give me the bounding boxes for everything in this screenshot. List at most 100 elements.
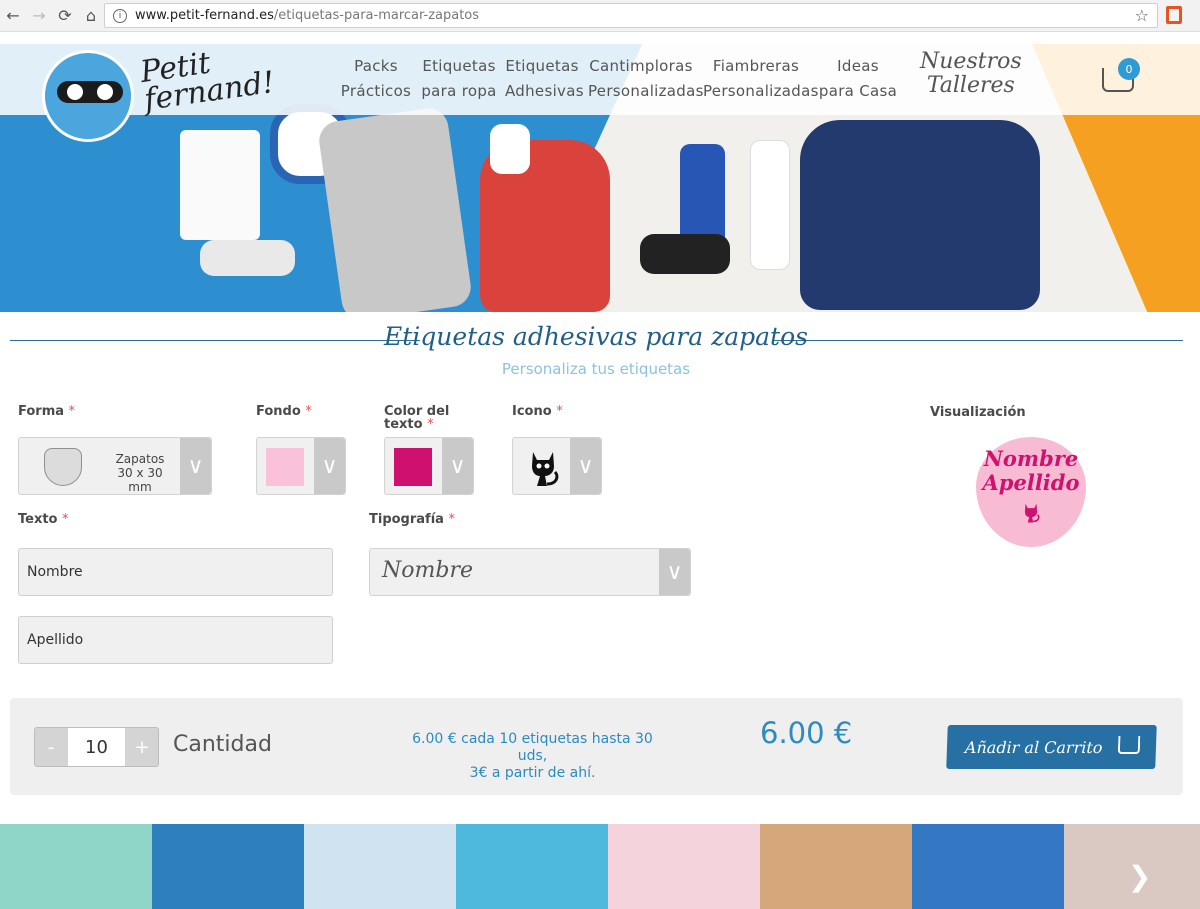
fondo-label: Fondo *	[256, 405, 312, 418]
chevron-down-icon: ∨	[659, 549, 690, 595]
color-texto-swatch	[394, 448, 432, 486]
url-host: www.petit-fernand.es	[135, 8, 274, 23]
nav-packs[interactable]: Packs Prácticos	[340, 54, 412, 104]
bottle-image	[200, 240, 295, 276]
forward-button[interactable]: →	[26, 3, 52, 29]
add-to-cart-label: Añadir al Carrito	[964, 737, 1103, 757]
office-icon[interactable]	[1166, 6, 1182, 24]
gallery-photo[interactable]	[456, 824, 608, 909]
gallery-next-icon[interactable]: ❯	[1128, 860, 1151, 893]
nav-label: Ideas	[837, 57, 879, 75]
texto-label-text: Texto	[18, 512, 58, 527]
logo-monster-icon[interactable]	[42, 50, 134, 142]
forma-label-text: Forma	[18, 404, 65, 419]
nav-label: Cantimploras	[589, 57, 693, 75]
address-bar[interactable]: i www.petit-fernand.es /etiquetas-para-m…	[104, 3, 1158, 28]
gallery-photo[interactable]	[760, 824, 912, 909]
icono-label-text: Icono	[512, 404, 552, 419]
tipografia-label-text: Tipografía	[369, 512, 444, 527]
forma-label: Forma *	[18, 405, 75, 418]
nav-ideas[interactable]: Ideas para Casa	[818, 54, 898, 104]
eye-icon	[67, 84, 83, 100]
tipografia-select[interactable]: Nombre ∨	[369, 548, 691, 596]
nav-label: Personalizadas	[588, 82, 704, 100]
nav-label: Etiquetas	[422, 57, 496, 75]
tipografia-value: Nombre	[382, 558, 473, 583]
gallery-photo[interactable]	[0, 824, 152, 909]
star-icon[interactable]: ☆	[1135, 6, 1149, 25]
price-note-line-1: 6.00 € cada 10 etiquetas hasta 30 uds,	[412, 731, 653, 764]
icono-select[interactable]: ∨	[512, 437, 602, 495]
preview-line-2: Apellido	[982, 470, 1080, 495]
gallery-photo[interactable]	[152, 824, 304, 909]
add-to-cart-button[interactable]: Añadir al Carrito	[946, 725, 1157, 769]
nav-etiquetas-ropa[interactable]: Etiquetas para ropa	[420, 54, 498, 104]
steel-bottle-image	[750, 140, 790, 270]
price-note: 6.00 € cada 10 etiquetas hasta 30 uds, 3…	[400, 731, 665, 782]
gallery-photo[interactable]	[304, 824, 456, 909]
required-mark: *	[68, 404, 76, 419]
cat-icon	[1024, 503, 1040, 523]
reload-button[interactable]: ⟳	[52, 3, 78, 29]
nombre-input[interactable]: Nombre	[18, 548, 333, 596]
forma-value-line-1: Zapatos	[115, 452, 165, 466]
quantity-label: Cantidad	[173, 732, 272, 757]
nav-label: Talleres	[926, 73, 1015, 98]
chevron-down-icon: ∨	[180, 438, 211, 494]
pants-image	[316, 105, 474, 312]
arrow-left-icon: ←	[6, 6, 20, 25]
shoe-shape-icon	[44, 448, 82, 486]
price-note-line-2: 3€ a partir de ahí.	[469, 765, 596, 781]
nav-cantimploras[interactable]: Cantimploras Personalizadas	[588, 54, 704, 104]
color-texto-label-line-2: texto	[384, 417, 423, 432]
back-button[interactable]: ←	[0, 3, 26, 29]
nav-talleres[interactable]: Nuestros Talleres	[920, 50, 1022, 98]
home-button[interactable]: ⌂	[78, 3, 104, 29]
nav-label: Nuestros	[920, 49, 1022, 74]
gallery-photo[interactable]	[608, 824, 760, 909]
url-path: /etiquetas-para-marcar-zapatos	[273, 8, 480, 23]
apellido-input[interactable]: Apellido	[18, 616, 333, 664]
nav-label: para Casa	[818, 82, 898, 100]
fondo-swatch	[266, 448, 304, 486]
arrow-right-icon: →	[32, 6, 46, 25]
required-mark: *	[305, 404, 312, 419]
quantity-input[interactable]: 10	[68, 728, 125, 766]
decrement-button[interactable]: -	[35, 728, 67, 766]
forma-value-line-2: 30 x 30 mm	[117, 466, 163, 494]
browser-toolbar: ← → ⟳ ⌂ i www.petit-fernand.es /etiqueta…	[0, 0, 1200, 32]
price: 6.00 €	[760, 716, 853, 750]
color-texto-select[interactable]: ∨	[384, 437, 474, 495]
eye-icon	[97, 84, 113, 100]
cat-icon	[532, 452, 559, 486]
mask-icon	[57, 81, 123, 103]
gallery-photo[interactable]	[912, 824, 1064, 909]
forma-select[interactable]: Zapatos 30 x 30 mm ∨	[18, 437, 212, 495]
required-mark: *	[448, 512, 455, 527]
nav-label: para ropa	[421, 82, 497, 100]
increment-button[interactable]: +	[126, 728, 158, 766]
info-icon[interactable]: i	[113, 8, 127, 23]
nav-label: Personalizadas	[703, 82, 819, 100]
tshirt-image	[180, 130, 260, 240]
color-texto-label: Color del texto *	[384, 405, 449, 431]
icono-label: Icono *	[512, 405, 563, 418]
chevron-down-icon: ∨	[442, 438, 473, 494]
required-mark: *	[427, 417, 434, 432]
preview-line-1: Nombre	[983, 446, 1079, 471]
fondo-select[interactable]: ∨	[256, 437, 346, 495]
tipografia-label: Tipografía *	[369, 513, 455, 526]
preview-label: Visualización	[930, 405, 1026, 420]
chevron-down-icon: ∨	[570, 438, 601, 494]
home-icon: ⌂	[85, 6, 97, 25]
nav-fiambreras[interactable]: Fiambreras Personalizadas	[703, 54, 819, 104]
small-bottle-image	[490, 124, 530, 174]
chevron-down-icon: ∨	[314, 438, 345, 494]
quantity-stepper: - 10 +	[34, 727, 159, 767]
fondo-label-text: Fondo	[256, 404, 301, 419]
nav-etiquetas-adhesivas[interactable]: Etiquetas Adhesivas	[505, 54, 584, 104]
forma-value: Zapatos 30 x 30 mm	[105, 452, 175, 494]
required-mark: *	[62, 512, 69, 527]
texto-label: Texto *	[18, 513, 69, 526]
nav-label: Prácticos	[340, 82, 412, 100]
